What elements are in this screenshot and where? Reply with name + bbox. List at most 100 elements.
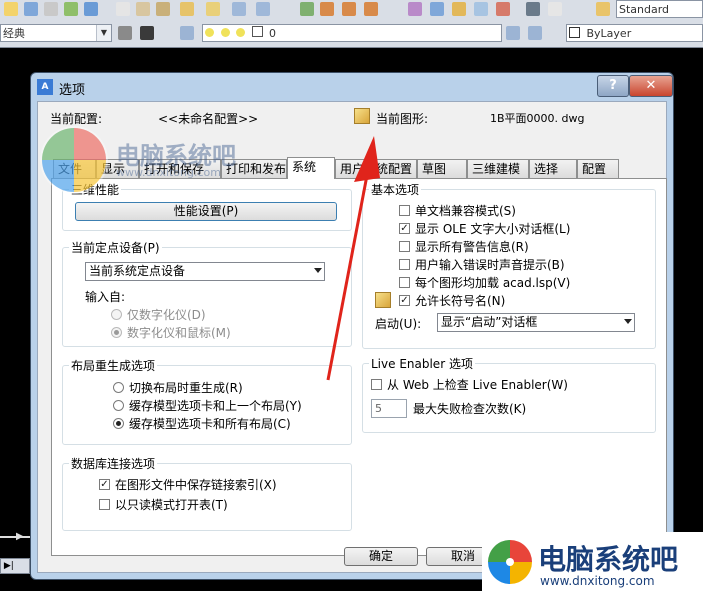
show-warnings-checkbox[interactable] — [399, 241, 410, 252]
dialog-title: 选项 — [59, 83, 86, 98]
pointing-device-select[interactable]: 当前系统定点设备 — [85, 262, 325, 281]
chevron-down-icon — [624, 319, 632, 324]
layout-tab-nav[interactable]: ▶| — [0, 558, 30, 574]
layout-regen-group: 布局重生成选项 切换布局时重生成(R) 缓存模型选项卡和上一个布局(Y) 缓存模… — [62, 357, 352, 445]
load-acad-lsp-checkbox[interactable] — [399, 277, 410, 288]
workspace-value: 经典 — [3, 27, 25, 40]
max-fail-input[interactable]: 5 — [371, 399, 407, 418]
preview-icon[interactable] — [44, 2, 58, 16]
color-combo[interactable]: ByLayer — [566, 24, 703, 42]
ucs-axis-line — [0, 536, 30, 538]
tab-system[interactable]: 系统 — [287, 157, 335, 179]
calculator-icon[interactable] — [526, 2, 540, 16]
digitizer-mouse-radio[interactable] — [111, 327, 122, 338]
zoom-realtime-icon[interactable] — [320, 2, 334, 16]
drawing-icon — [354, 108, 370, 124]
regen-on-switch-radio[interactable] — [113, 382, 124, 393]
save-icon[interactable] — [4, 2, 18, 16]
ole-text-size-label: 显示 OLE 文字大小对话框(L) — [415, 222, 571, 236]
tool-palettes-icon[interactable] — [452, 2, 466, 16]
max-fail-label: 最大失败检查次数(K) — [413, 402, 527, 416]
general-options-group: 基本选项 单文档兼容模式(S) ✓ 显示 OLE 文字大小对话框(L) 显示所有… — [362, 181, 656, 349]
single-document-label: 单文档兼容模式(S) — [415, 204, 516, 218]
markup-icon[interactable] — [496, 2, 510, 16]
text-style-value: Standard — [619, 3, 670, 16]
cad-toolbar-top: Standard — [0, 0, 703, 21]
pointing-device-value: 当前系统定点设备 — [89, 264, 186, 278]
zoom-previous-icon[interactable] — [364, 2, 378, 16]
performance-settings-button[interactable]: 性能设置(P) — [75, 202, 337, 221]
layer-on-icon — [205, 28, 214, 37]
beep-on-error-label: 用户输入错误时声音提示(B) — [415, 258, 565, 272]
close-button[interactable]: ✕ — [629, 75, 673, 97]
copy-icon[interactable] — [136, 2, 150, 16]
tab-3d-modeling[interactable]: 三维建模 — [467, 159, 529, 178]
redo-icon[interactable] — [256, 2, 270, 16]
pan-icon[interactable] — [300, 2, 314, 16]
digitizer-mouse-label: 数字化仪和鼠标(M) — [127, 326, 231, 340]
layer-value: 0 — [269, 27, 276, 40]
publish-icon[interactable] — [64, 2, 78, 16]
pointing-device-title: 当前定点设备(P) — [69, 239, 162, 256]
layer-combo[interactable]: 0 — [202, 24, 502, 42]
color-swatch — [569, 27, 580, 38]
brand-logo-text: 电脑系统吧 — [538, 543, 679, 576]
current-drawing-label: 当前图形: — [376, 112, 429, 126]
show-warnings-label: 显示所有警告信息(R) — [415, 240, 529, 254]
text-style-combo[interactable]: Standard — [616, 0, 703, 18]
match-properties-icon[interactable] — [180, 2, 194, 16]
help-icon[interactable] — [548, 2, 562, 16]
workspace-settings-icon[interactable] — [118, 26, 132, 40]
zoom-window-icon[interactable] — [342, 2, 356, 16]
tab-drafting[interactable]: 草图 — [417, 159, 467, 178]
print-icon[interactable] — [24, 2, 38, 16]
layer-thaw-icon — [220, 28, 230, 37]
cache-model-last-label: 缓存模型选项卡和上一个布局(Y) — [129, 399, 302, 413]
ok-button[interactable]: 确定 — [344, 547, 418, 566]
readonly-tables-checkbox[interactable] — [99, 499, 110, 510]
sheet-set-icon[interactable] — [474, 2, 488, 16]
layer-previous-icon[interactable] — [528, 26, 542, 40]
cad-toolbar-layers: 经典 ▼ 0 ByLayer — [0, 20, 703, 48]
regen-on-switch-label: 切换布局时重生成(R) — [129, 381, 243, 395]
plot-icon[interactable] — [84, 2, 98, 16]
store-links-label: 在图形文件中保存链接索引(X) — [115, 478, 277, 492]
dialog-titlebar[interactable]: A 选项 ? ✕ — [31, 73, 673, 101]
tab-selection[interactable]: 选择 — [529, 159, 577, 178]
input-from-label: 输入自: — [85, 290, 126, 304]
watermark-logo-faded — [38, 124, 110, 196]
long-symbol-names-label: 允许长符号名(N) — [415, 294, 506, 308]
layer-manager-icon[interactable] — [180, 26, 194, 40]
store-links-checkbox[interactable]: ✓ — [99, 479, 110, 490]
help-button[interactable]: ? — [597, 75, 629, 97]
ole-text-size-checkbox[interactable]: ✓ — [399, 223, 410, 234]
brand-logo-panel: 电脑系统吧 www.dnxitong.com — [482, 532, 703, 591]
paste-icon[interactable] — [156, 2, 170, 16]
cache-model-all-label: 缓存模型选项卡和所有布局(C) — [129, 417, 291, 431]
brand-logo-icon — [488, 540, 532, 584]
workspace-toggle-icon[interactable] — [140, 26, 154, 40]
brush-icon[interactable] — [206, 2, 220, 16]
cut-icon[interactable] — [116, 2, 130, 16]
make-current-layer-icon[interactable] — [506, 26, 520, 40]
watermark-url-text: www.dnxitong.com — [116, 166, 221, 179]
layer-unlock-icon — [236, 28, 245, 37]
brand-logo-url: www.dnxitong.com — [540, 574, 655, 588]
startup-select[interactable]: 显示“启动”对话框 — [437, 313, 635, 332]
cache-model-last-radio[interactable] — [113, 400, 124, 411]
undo-icon[interactable] — [232, 2, 246, 16]
long-symbol-names-checkbox[interactable]: ✓ — [399, 295, 410, 306]
startup-value: 显示“启动”对话框 — [441, 315, 538, 329]
ucs-arrow-icon: ▶ — [16, 531, 24, 542]
properties-icon[interactable] — [408, 2, 422, 16]
digitizer-only-radio[interactable] — [111, 309, 122, 320]
check-web-label: 从 Web 上检查 Live Enabler(W) — [387, 378, 568, 392]
single-document-checkbox[interactable] — [399, 205, 410, 216]
workspace-combo[interactable]: 经典 ▼ — [0, 24, 112, 42]
text-style-icon[interactable] — [596, 2, 610, 16]
design-center-icon[interactable] — [430, 2, 444, 16]
tab-profiles[interactable]: 配置 — [577, 159, 619, 178]
cache-model-all-radio[interactable] — [113, 418, 124, 429]
beep-on-error-checkbox[interactable] — [399, 259, 410, 270]
db-connect-group: 数据库连接选项 ✓ 在图形文件中保存链接索引(X) 以只读模式打开表(T) — [62, 455, 352, 531]
